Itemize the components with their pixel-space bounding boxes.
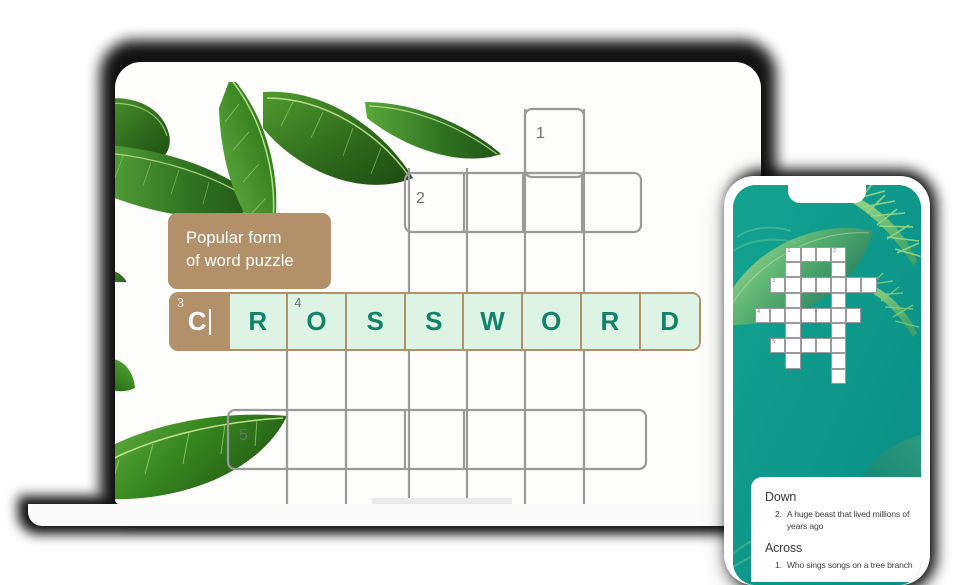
phone-grid-cell[interactable] (770, 307, 786, 323)
tooltip-line-2: of word puzzle (186, 251, 294, 270)
phone-notch (788, 185, 866, 203)
cell-letter: R (600, 306, 620, 336)
phone-grid-cell[interactable] (785, 338, 801, 354)
cell-clue-number: 3 (177, 296, 185, 310)
clues-across-heading: Across (765, 540, 803, 555)
phone-grid-cell[interactable] (831, 353, 847, 369)
phone-grid-cell[interactable] (785, 307, 801, 323)
phone-grid-cell[interactable] (831, 368, 847, 384)
phone-grid-cell[interactable] (861, 277, 877, 293)
cell-letter: W (480, 306, 506, 336)
cell-letter: O (541, 306, 562, 336)
phone-grid-cell[interactable] (815, 277, 831, 293)
phone-grid-cell[interactable] (831, 292, 847, 308)
cell-letter: S (366, 306, 385, 336)
phone-grid-cell[interactable] (800, 277, 816, 293)
active-word-row[interactable]: 3CR4OSSWORD (169, 292, 702, 351)
clue-item-across-1[interactable]: 1. Who sings songs on a tree branch (775, 560, 916, 572)
phone-clue-number-1: 1 (787, 248, 791, 254)
letter-cell-3[interactable]: 4O (288, 294, 348, 349)
letter-cell-5[interactable]: S (405, 294, 465, 349)
phone-grid-cell[interactable] (831, 277, 847, 293)
phone-screen: 1 2 3 4 5 Down 2. A huge beast that lived mi… (733, 185, 921, 585)
phone-grid-cell[interactable] (800, 247, 816, 263)
phone-grid-cell[interactable] (785, 292, 801, 308)
phone-grid-cell[interactable] (785, 353, 801, 369)
cell-letter: R (248, 306, 268, 336)
phone-grid-cell[interactable] (785, 323, 801, 339)
phone-grid-cell[interactable] (831, 307, 847, 323)
clue-number-5: 5 (239, 427, 248, 444)
phone-grid-cell[interactable] (815, 247, 831, 263)
phone-body: 1 2 3 4 5 Down 2. A huge beast that lived mi… (724, 176, 930, 585)
clue-tooltip: Popular form of word puzzle (168, 213, 331, 289)
letter-cell-4[interactable]: S (347, 294, 406, 349)
cell-letter: C (187, 306, 207, 336)
phone-grid-cell[interactable] (831, 338, 847, 354)
clue-item-down-2[interactable]: 2. A huge beast that lived millions of y… (775, 509, 916, 533)
laptop-screen: 1 2 5 Popular form of word puzzle 3CR4OS… (115, 62, 761, 504)
clue-number: 2. (775, 509, 782, 519)
cell-clue-number: 4 (294, 296, 302, 310)
letter-cell-6[interactable]: W (464, 294, 524, 349)
phone-clue-number-4: 4 (757, 308, 761, 315)
text-cursor (208, 308, 211, 335)
tooltip-line-1: Popular form (186, 229, 282, 247)
letter-cell-7[interactable]: O (523, 294, 582, 349)
clues-down-heading: Down (765, 490, 797, 504)
letter-cell-8[interactable]: R (581, 294, 641, 349)
letter-cell-1[interactable]: 3C (171, 294, 230, 349)
phone-grid-cell[interactable] (846, 307, 862, 323)
cell-letter: D (660, 306, 680, 336)
phone-grid-cell[interactable] (831, 323, 847, 339)
phone-grid-cell[interactable] (800, 338, 816, 354)
scene-root: 1 2 5 Popular form of word puzzle 3CR4OS… (0, 0, 972, 585)
phone-clue-card: Down 2. A huge beast that lived millions… (751, 477, 921, 582)
clue-text: A huge beast that lived millions of year… (786, 509, 910, 531)
letter-cell-2[interactable]: R (229, 294, 289, 349)
phone-clue-number-3: 3 (772, 278, 776, 285)
phone-grid-cell[interactable] (846, 277, 862, 293)
phone-grid-cell[interactable] (785, 277, 801, 293)
phone-grid-cell[interactable] (815, 307, 831, 323)
clue-number: 1. (775, 559, 782, 570)
phone-grid-cell[interactable] (800, 307, 816, 323)
letter-cell-9[interactable]: D (640, 294, 700, 349)
phone-clue-number-2: 2 (833, 248, 837, 254)
phone-grid-cell[interactable] (815, 338, 831, 354)
cell-letter: S (425, 306, 444, 336)
clue-number-1: 1 (536, 125, 545, 142)
clue-number-2: 2 (416, 190, 425, 207)
cell-letter: O (306, 306, 328, 336)
clue-text: Who sings songs on a tree branch (786, 559, 913, 570)
phone-clue-number-5: 5 (772, 339, 776, 346)
phone-grid-cell[interactable] (831, 262, 847, 278)
phone-grid-cell[interactable] (785, 262, 801, 278)
